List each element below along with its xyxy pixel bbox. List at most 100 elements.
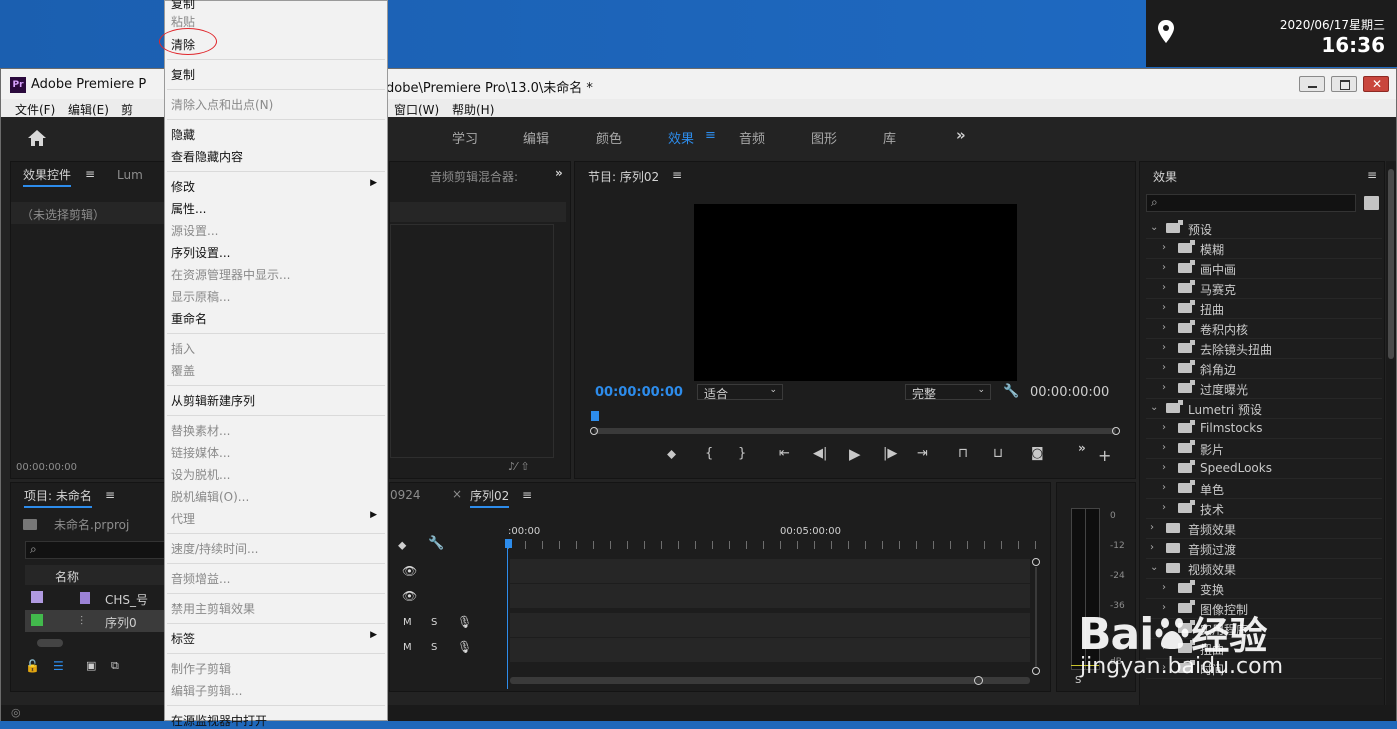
lumetri-tab[interactable]: Lum bbox=[117, 168, 143, 182]
go-to-in-icon[interactable]: ⇤ bbox=[779, 446, 790, 461]
wrench-icon[interactable]: 🔧 bbox=[1003, 384, 1019, 399]
chevron-right-icon[interactable]: › bbox=[1162, 302, 1166, 313]
audio-mixer-more-icon[interactable]: » bbox=[555, 166, 563, 180]
lock-icon[interactable]: 🔓 bbox=[25, 659, 40, 673]
program-monitor-menu-icon[interactable]: ≡ bbox=[672, 168, 682, 182]
workspace-tab-libraries[interactable]: 库 bbox=[883, 128, 896, 147]
context-menu-item[interactable]: 速度/持续时间... bbox=[171, 540, 381, 557]
chevron-right-icon[interactable]: › bbox=[1162, 442, 1166, 453]
quality-select[interactable]: 完整 ⌄ bbox=[905, 384, 991, 401]
close-button[interactable]: ✕ bbox=[1363, 76, 1389, 92]
context-menu-item[interactable]: 隐藏 bbox=[171, 126, 381, 143]
scrollbar-handle[interactable] bbox=[974, 676, 983, 685]
context-menu-item[interactable]: 序列设置... bbox=[171, 244, 381, 261]
chevron-right-icon[interactable]: › bbox=[1150, 522, 1154, 533]
workspace-menu-icon[interactable]: ≡ bbox=[705, 128, 716, 143]
context-menu-item[interactable]: 编辑子剪辑... bbox=[171, 682, 381, 699]
project-search-input[interactable]: ⌕ bbox=[25, 541, 165, 559]
workspace-tab-audio[interactable]: 音频 bbox=[739, 128, 765, 147]
context-menu-item[interactable]: 代理 ▶ bbox=[171, 510, 381, 527]
toggle-track-output-icon[interactable]: 👁 bbox=[402, 564, 417, 578]
context-menu-item[interactable]: 显示原稿... bbox=[171, 288, 381, 305]
tree-item[interactable]: › 技术 bbox=[1146, 498, 1382, 519]
context-menu-item[interactable]: 从剪辑新建序列 bbox=[171, 392, 381, 409]
chevron-right-icon[interactable]: › bbox=[1162, 262, 1166, 273]
close-tab-icon[interactable]: × bbox=[452, 487, 462, 501]
mute-track-button[interactable]: M bbox=[403, 617, 412, 628]
context-menu-item[interactable]: 属性... bbox=[171, 200, 381, 217]
timeline-tab-active[interactable]: 序列02 bbox=[470, 487, 510, 508]
icon-view-icon[interactable]: ▣ bbox=[86, 659, 96, 672]
tree-item[interactable]: › 模糊 bbox=[1146, 238, 1382, 259]
timeline-menu-icon[interactable]: ≡ bbox=[522, 488, 532, 502]
chevron-right-icon[interactable]: › bbox=[1162, 502, 1166, 513]
voice-over-record-icon[interactable]: 🎙 bbox=[457, 615, 472, 629]
tree-item[interactable]: › 影片 bbox=[1146, 438, 1382, 459]
context-menu-item[interactable]: 禁用主剪辑效果 bbox=[171, 600, 381, 617]
context-menu-item[interactable]: 覆盖 bbox=[171, 362, 381, 379]
tree-item[interactable]: ⌄ Lumetri 预设 bbox=[1146, 398, 1382, 419]
workspace-tab-learning[interactable]: 学习 bbox=[452, 128, 478, 147]
workspace-tab-graphics[interactable]: 图形 bbox=[811, 128, 837, 147]
video-track-2[interactable] bbox=[510, 559, 1030, 583]
scrub-handle-right[interactable] bbox=[1112, 427, 1120, 435]
tree-item[interactable]: › 扭曲 bbox=[1146, 298, 1382, 319]
tree-item[interactable]: › 单色 bbox=[1146, 478, 1382, 499]
context-menu-item[interactable]: 清除入点和出点(N) bbox=[171, 96, 381, 113]
tree-item[interactable]: › 斜角边 bbox=[1146, 358, 1382, 379]
chevron-right-icon[interactable]: › bbox=[1162, 422, 1166, 433]
timeline-marker-icon[interactable]: ⬥ bbox=[398, 538, 406, 553]
effects-panel-title[interactable]: 效果 bbox=[1153, 168, 1177, 185]
workspace-tab-color[interactable]: 颜色 bbox=[596, 128, 622, 147]
context-menu-item[interactable]: 替换素材... bbox=[171, 422, 381, 439]
track-scroll-handle[interactable] bbox=[1032, 667, 1040, 675]
effect-controls-tab[interactable]: 效果控件 bbox=[23, 166, 72, 187]
go-to-out-icon[interactable]: ⇥ bbox=[917, 446, 928, 461]
project-tab[interactable]: 项目: 未命名 bbox=[24, 487, 92, 508]
context-menu-item[interactable]: 修改 ▶ bbox=[171, 178, 381, 195]
chevron-right-icon[interactable]: › bbox=[1162, 582, 1166, 593]
tree-item[interactable]: › 音频效果 bbox=[1146, 518, 1382, 539]
step-back-icon[interactable]: ◀| bbox=[813, 446, 827, 461]
column-name[interactable]: 名称 bbox=[55, 568, 79, 585]
freeform-view-icon[interactable]: ⧉ bbox=[111, 659, 119, 673]
tree-item[interactable]: › 音频过渡 bbox=[1146, 538, 1382, 559]
playhead-marker[interactable] bbox=[591, 411, 599, 421]
scrub-bar[interactable] bbox=[594, 428, 1116, 434]
audio-track-1[interactable] bbox=[510, 613, 1030, 637]
context-menu-item[interactable]: 在资源管理器中显示... bbox=[171, 266, 381, 283]
chevron-right-icon[interactable]: › bbox=[1162, 242, 1166, 253]
solo-track-button[interactable]: S bbox=[431, 642, 437, 653]
home-icon[interactable] bbox=[27, 129, 47, 147]
solo-track-button[interactable]: S bbox=[431, 617, 437, 628]
audio-track-2[interactable] bbox=[510, 638, 1030, 662]
chevron-right-icon[interactable]: › bbox=[1162, 342, 1166, 353]
tree-item[interactable]: › 马赛克 bbox=[1146, 278, 1382, 299]
mark-in-icon[interactable]: { bbox=[705, 446, 713, 461]
chevron-right-icon[interactable]: › bbox=[1162, 482, 1166, 493]
track-scroll-handle[interactable] bbox=[1032, 558, 1040, 566]
chevron-right-icon[interactable]: › bbox=[1162, 322, 1166, 333]
table-row[interactable]: ⫶ 序列0 bbox=[25, 610, 165, 632]
chevron-right-icon[interactable]: › bbox=[1162, 282, 1166, 293]
audio-mixer-icons[interactable]: ♪⁄ ⇧ bbox=[508, 460, 530, 473]
context-menu-item[interactable]: 源设置... bbox=[171, 222, 381, 239]
mark-out-icon[interactable]: } bbox=[738, 446, 746, 461]
new-custom-bin-icon[interactable] bbox=[1364, 196, 1379, 210]
context-menu-item[interactable]: 复制 bbox=[171, 0, 381, 12]
effects-scrollbar-track[interactable] bbox=[1386, 161, 1396, 706]
tree-item[interactable]: › 画中画 bbox=[1146, 258, 1382, 279]
tree-item[interactable]: › Filmstocks bbox=[1146, 418, 1382, 439]
context-menu-item[interactable]: 链接媒体... bbox=[171, 444, 381, 461]
minimize-button[interactable] bbox=[1299, 76, 1325, 92]
menu-edit[interactable]: 编辑(E) bbox=[68, 101, 109, 118]
tree-item[interactable]: › 过度曝光 bbox=[1146, 378, 1382, 399]
context-menu-item[interactable]: 脱机编辑(O)... bbox=[171, 488, 381, 505]
list-view-icon[interactable]: ☰ bbox=[53, 659, 64, 673]
program-timecode-current[interactable]: 00:00:00:00 bbox=[595, 385, 683, 400]
audio-mixer-title[interactable]: 音频剪辑混合器: bbox=[430, 168, 518, 185]
chevron-down-icon[interactable]: ⌄ bbox=[1150, 562, 1158, 573]
export-frame-icon[interactable]: ◙ bbox=[1031, 446, 1044, 461]
add-marker-icon[interactable]: ⬥ bbox=[667, 447, 676, 462]
chevron-down-icon[interactable]: ⌄ bbox=[1150, 402, 1158, 413]
